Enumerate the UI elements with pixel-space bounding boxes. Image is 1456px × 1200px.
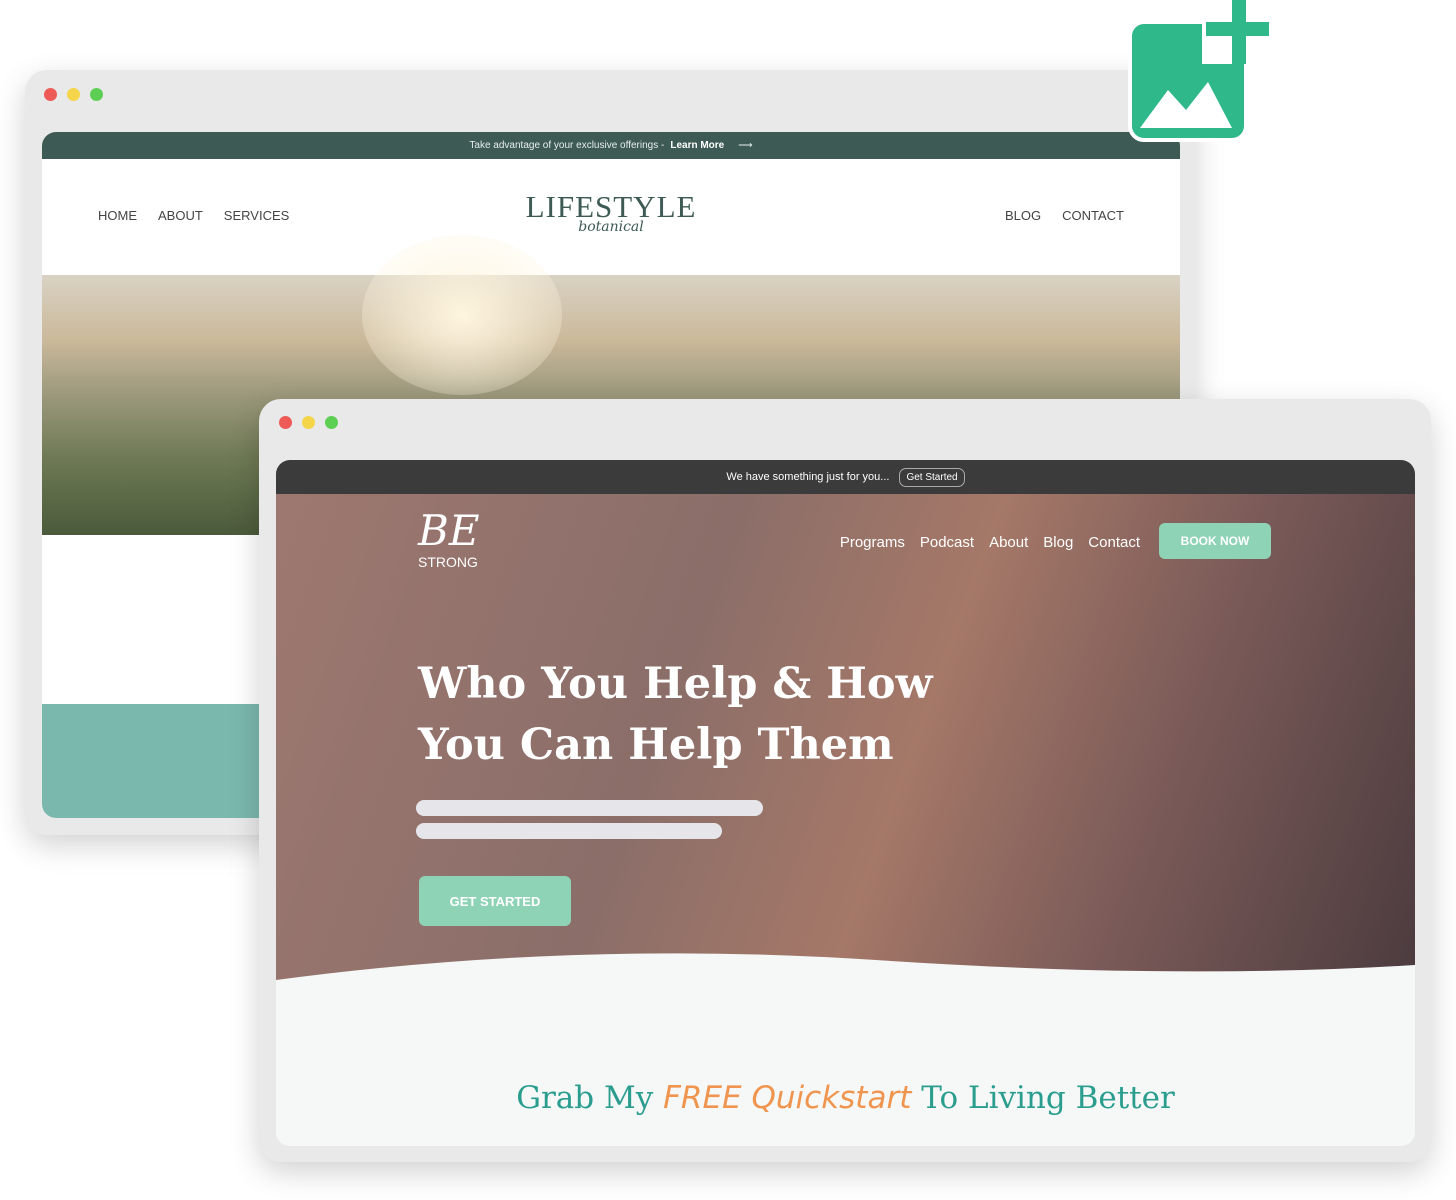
browser-window-bestrong: We have something just for you... Get St… [259,399,1431,1162]
learn-more-link[interactable]: Learn More [670,140,724,151]
title-free: FREE [663,1080,742,1116]
maximize-dot[interactable] [325,416,338,429]
get-started-button[interactable]: GET STARTED [419,876,571,926]
bestrong-logo[interactable]: BE STRONG [418,506,480,571]
window-controls [279,416,338,429]
nav-about[interactable]: About [989,534,1028,551]
minimize-dot[interactable] [302,416,315,429]
announcement-text: We have something just for you... [726,471,890,483]
nav-podcast[interactable]: Podcast [920,534,974,551]
text-placeholder-line [416,823,722,839]
title-quickstart: Quickstart [751,1080,912,1116]
logo-main: BE [418,506,480,555]
add-image-icon [1128,0,1269,142]
close-dot[interactable] [279,416,292,429]
title-part: Grab My [516,1080,654,1116]
close-dot[interactable] [44,88,57,101]
nav-contact[interactable]: Contact [1088,534,1140,551]
announcement-bar: We have something just for you... Get St… [276,460,1415,494]
book-now-button[interactable]: BOOK NOW [1159,523,1271,559]
announcement-get-started-button[interactable]: Get Started [899,467,965,487]
bestrong-page: We have something just for you... Get St… [276,460,1415,1146]
window-controls [44,88,103,101]
main-nav: Programs Podcast About Blog Contact [840,534,1140,551]
section-title: Grab My FREE Quickstart To Living Better [276,1080,1415,1116]
announcement-bar: Take advantage of your exclusive offerin… [42,132,1180,159]
maximize-dot[interactable] [90,88,103,101]
arrow-right-icon: ⟶ [738,140,753,151]
wave-divider [276,953,1415,1146]
hero-section: BE STRONG Programs Podcast About Blog Co… [276,494,1415,1014]
text-placeholder-line [416,800,763,816]
announcement-text: Take advantage of your exclusive offerin… [469,140,665,151]
title-part: To Living Better [921,1080,1175,1116]
logo-sub: STRONG [418,554,478,570]
hero-headline: Who You Help & How You Can Help Them [418,659,933,770]
nav-blog[interactable]: Blog [1043,534,1073,551]
nav-programs[interactable]: Programs [840,534,905,551]
nav-contact[interactable]: CONTACT [1062,208,1124,223]
lifestyle-nav: HOME ABOUT SERVICES LIFESTYLE botanical … [42,159,1180,275]
minimize-dot[interactable] [67,88,80,101]
nav-blog[interactable]: BLOG [1005,208,1041,223]
